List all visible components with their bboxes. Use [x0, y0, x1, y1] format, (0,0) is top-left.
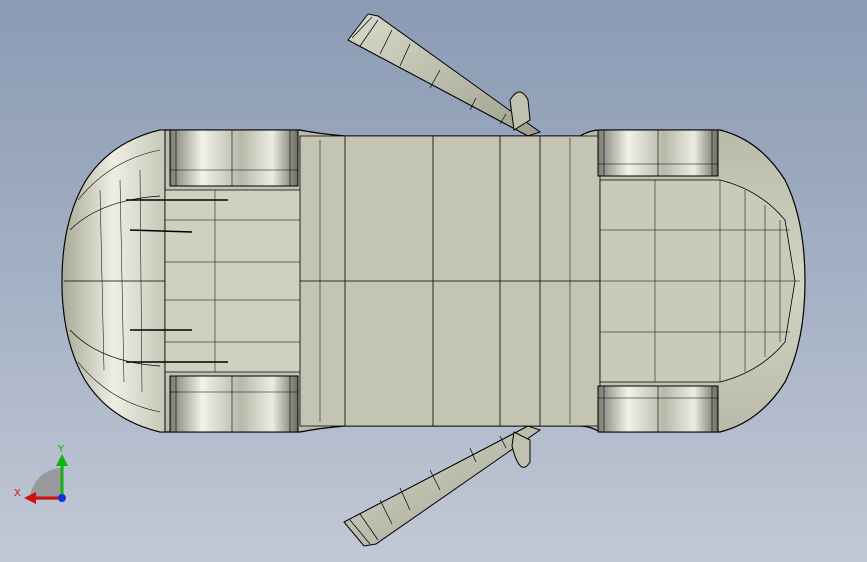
rear-left-wheel[interactable]	[597, 129, 719, 177]
coordinate-triad: Y X	[14, 444, 68, 504]
model-viewport[interactable]: Y X	[0, 0, 867, 562]
lower-door[interactable]	[343, 425, 542, 547]
rear-right-wheel[interactable]	[597, 385, 719, 433]
y-axis-label: Y	[57, 444, 65, 455]
z-axis-dot	[58, 494, 66, 502]
front-left-wheel[interactable]	[169, 129, 299, 187]
upper-door[interactable]	[347, 13, 542, 137]
x-axis-label: X	[14, 488, 21, 499]
front-right-wheel[interactable]	[169, 375, 299, 433]
